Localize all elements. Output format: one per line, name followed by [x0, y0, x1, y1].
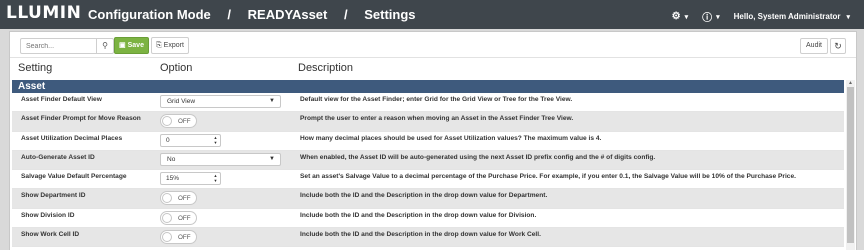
asset-finder-view-select[interactable]: Grid View ▼ — [160, 95, 281, 108]
toggle-state: OFF — [178, 118, 191, 126]
scrollbar-thumb[interactable] — [847, 87, 854, 243]
chevron-down-icon[interactable]: ▾ — [685, 13, 689, 21]
toggle-knob — [162, 232, 172, 243]
settings-row: Salvage Value Default Percentage 15% ▲ ▼ … — [12, 170, 844, 190]
top-right-menu: ⚙ ▾ ⓘ ▾ Hello, System Administrator ▾ — [672, 9, 850, 24]
breadcrumb-settings: Settings — [364, 7, 416, 22]
settings-row: Asset Utilization Decimal Places 0 ▲ ▼ Ho… — [12, 132, 844, 151]
select-value: Grid View — [167, 98, 196, 105]
settings-row: Asset Finder Default View Grid View ▼ De… — [12, 93, 844, 113]
user-menu[interactable]: Hello, System Administrator — [734, 12, 841, 21]
setting-description: Prompt the user to enter a reason when m… — [300, 115, 574, 123]
show-work-cell-id-toggle[interactable]: OFF — [160, 230, 197, 245]
column-header-setting: Setting — [18, 62, 53, 74]
section-header-asset[interactable]: Asset — [12, 80, 844, 93]
settings-list: Asset Finder Default View Grid View ▼ De… — [12, 93, 844, 248]
export-button-label: Export — [163, 42, 184, 49]
chevron-down-icon[interactable]: ▾ — [716, 13, 720, 21]
setting-description: Default view for the Asset Finder; enter… — [300, 96, 573, 103]
setting-description: Include both the ID and the Description … — [300, 192, 548, 200]
export-button[interactable]: ⎘ Export — [151, 37, 189, 54]
toggle-state: OFF — [178, 195, 191, 203]
setting-description: When enabled, the Asset ID will be auto-… — [300, 153, 656, 161]
breadcrumb-separator: / — [344, 7, 348, 22]
move-reason-toggle[interactable]: OFF — [160, 114, 197, 129]
toggle-knob — [162, 116, 172, 127]
setting-name: Auto-Generate Asset ID — [21, 153, 95, 161]
select-value: No — [167, 155, 176, 163]
breadcrumb-configuration-mode[interactable]: Configuration Mode — [88, 7, 211, 22]
show-department-id-toggle[interactable]: OFF — [160, 191, 197, 206]
auto-generate-id-select[interactable]: No ▼ — [160, 152, 281, 166]
export-icon: ⎘ — [156, 42, 162, 49]
chevron-down-icon[interactable]: ▾ — [846, 13, 850, 21]
toolbar: ⚲ ▣ Save ⎘ Export Audit ↻ — [10, 32, 856, 58]
save-button-label: Save — [127, 42, 144, 49]
column-header-description: Description — [298, 62, 354, 74]
spinner-arrows-icon[interactable]: ▲ ▼ — [212, 135, 219, 146]
breadcrumb-readyasset[interactable]: READYAsset — [248, 7, 328, 22]
app-logo[interactable]: LLUMIN — [6, 3, 81, 23]
breadcrumb-separator: / — [227, 7, 232, 22]
setting-name: Asset Utilization Decimal Places — [21, 134, 123, 142]
settings-panel: ⚲ ▣ Save ⎘ Export Audit ↻ Setting Option… — [9, 31, 857, 250]
search-box: ⚲ — [20, 38, 114, 54]
salvage-percentage-stepper[interactable]: 15% ▲ ▼ — [160, 172, 221, 186]
top-navigation-bar: LLUMIN Configuration Mode / READYAsset /… — [0, 0, 864, 29]
column-header-option: Option — [160, 62, 193, 74]
setting-name: Asset Finder Prompt for Move Reason — [21, 115, 141, 123]
setting-name: Show Work Cell ID — [21, 231, 80, 239]
setting-description: How many decimal places should be used f… — [300, 134, 602, 142]
info-icon[interactable]: ⓘ — [702, 9, 712, 24]
setting-name: Salvage Value Default Percentage — [21, 173, 127, 181]
gear-icon[interactable]: ⚙ — [672, 11, 681, 22]
settings-row: Show Department ID OFF Include both the … — [12, 189, 844, 209]
toggle-knob — [162, 212, 172, 223]
save-icon: ▣ — [119, 42, 126, 49]
toggle-state: OFF — [178, 234, 191, 242]
setting-name: Show Division ID — [21, 211, 75, 219]
scroll-up-icon[interactable]: ▲ — [846, 80, 855, 86]
search-input[interactable] — [21, 39, 99, 53]
vertical-scrollbar[interactable]: ▲ — [846, 80, 855, 250]
save-button[interactable]: ▣ Save — [114, 37, 149, 54]
show-division-id-toggle[interactable]: OFF — [160, 210, 197, 225]
setting-name: Show Department ID — [21, 192, 86, 200]
settings-row: Auto-Generate Asset ID No ▼ When enabled… — [12, 150, 844, 171]
settings-row: Show Division ID OFF Include both the ID… — [12, 209, 844, 229]
settings-row: Show Work Cell ID OFF Include both the I… — [12, 228, 844, 248]
decimal-places-stepper[interactable]: 0 ▲ ▼ — [160, 133, 221, 147]
toggle-state: OFF — [178, 214, 191, 222]
chevron-down-icon: ▼ — [269, 155, 275, 162]
toggle-knob — [162, 193, 172, 204]
search-icon[interactable]: ⚲ — [96, 39, 113, 53]
setting-description: Include both the ID and the Description … — [300, 231, 541, 239]
refresh-icon[interactable]: ↻ — [830, 38, 846, 54]
stepper-value: 15% — [166, 175, 180, 183]
audit-button[interactable]: Audit — [800, 38, 828, 54]
chevron-down-icon: ▼ — [269, 98, 275, 104]
spinner-arrows-icon[interactable]: ▲ ▼ — [212, 173, 219, 184]
stepper-value: 0 — [166, 136, 170, 144]
settings-row: Asset Finder Prompt for Move Reason OFF … — [12, 112, 844, 132]
setting-name: Asset Finder Default View — [21, 96, 102, 103]
setting-description: Set an asset's Salvage Value to a decima… — [300, 173, 796, 181]
breadcrumb: Configuration Mode / READYAsset / Settin… — [88, 7, 416, 22]
setting-description: Include both the ID and the Description … — [300, 211, 537, 219]
